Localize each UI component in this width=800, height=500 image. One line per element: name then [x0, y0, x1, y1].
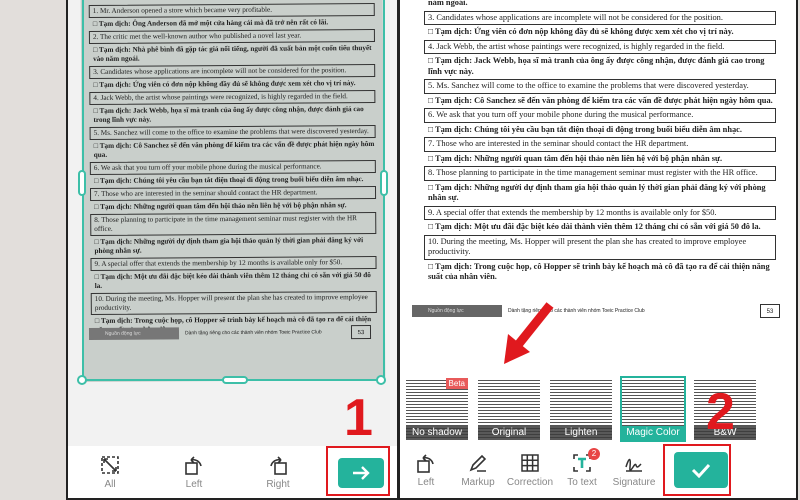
- tool-signature[interactable]: Signature: [608, 452, 660, 488]
- red-arrow-annotation: [504, 302, 554, 364]
- sentence-translation: □ Tạm dịch: Chúng tôi yêu cầu bạn tắt đi…: [428, 124, 742, 134]
- sentence-english: 10. During the meeting, Ms. Hopper will …: [424, 234, 776, 260]
- to-text-badge: 2: [588, 448, 600, 460]
- signature-icon: [625, 458, 642, 472]
- step-number-2: 2: [706, 383, 735, 441]
- tool-correction[interactable]: Correction: [504, 452, 556, 488]
- filter-option[interactable]: Original: [478, 378, 540, 440]
- crop-handle-bottom-right[interactable]: [376, 375, 386, 385]
- pen-icon: [469, 454, 487, 472]
- sentence-english: 5. Ms. Sanchez will come to the office t…: [424, 79, 776, 94]
- tool-rotate-right[interactable]: Right: [246, 454, 310, 490]
- tool-all[interactable]: All: [78, 454, 142, 490]
- sentence-translation: □ Tạm dịch: Trong cuộc họp, cô Hopper sẽ…: [428, 261, 770, 282]
- crop-handle-bottom[interactable]: [222, 376, 248, 384]
- filter-label: Magic Color: [622, 426, 684, 440]
- sentence-translation: □ Tạm dịch: Những người quan tâm đến hội…: [428, 153, 723, 163]
- document-footer: Nguồn động lực Dành tặng riêng cho các th…: [412, 303, 780, 319]
- beta-badge: Beta: [445, 378, 468, 389]
- sentence-translation: □ Tạm dịch: Những người dự định tham gia…: [428, 182, 766, 203]
- sentence-translation: □ Tạm dịch: Jack Webb, họa sĩ mà tranh c…: [428, 56, 765, 76]
- expand-all-icon: [101, 456, 119, 474]
- filter-option[interactable]: Magic Color: [620, 376, 686, 442]
- rotate-left-icon: [185, 456, 202, 475]
- sentence-translation: □ Tạm dịch: Một ưu đãi đặc biệt kéo dài …: [428, 222, 761, 231]
- right-toolbar: Left Markup Correction 2 To text Signatur…: [400, 442, 796, 498]
- tool-rotate-left[interactable]: Left: [162, 454, 226, 490]
- right-phone-screen: 1. Mr. Anderson opened a store which bec…: [398, 0, 798, 500]
- sentence-english: 4. Jack Webb, the artist whose paintings…: [424, 39, 776, 54]
- crop-frame[interactable]: [82, 0, 385, 381]
- sentence-english: 7. Those who are interested in the semin…: [424, 137, 776, 152]
- sentence-translation: □ Tạm dịch: Cô Sanchez sẽ đến văn phòng …: [428, 95, 773, 105]
- sentence-english: 8. Those planning to participate in the …: [424, 166, 776, 181]
- sentence-english: 3. Candidates whose applications are inc…: [424, 10, 776, 25]
- tool-to-text[interactable]: 2 To text: [556, 448, 608, 488]
- rotate-right-icon: [270, 456, 287, 475]
- sentence-translation: □ Tạm dịch: Ứng viên có đơn nộp không đầ…: [428, 27, 734, 36]
- sentence-english: 9. A special offer that extends the memb…: [424, 205, 776, 220]
- crop-handle-left[interactable]: [78, 170, 86, 196]
- left-phone-screen: 1. Mr. Anderson opened a store which bec…: [66, 0, 399, 500]
- filter-option[interactable]: Lighten: [550, 378, 612, 440]
- filter-option[interactable]: Beta No shadow: [406, 378, 468, 440]
- grid-icon: [521, 454, 539, 472]
- sentence-translation: □ Tạm dịch: Nhà phê bình đã gặp tác giả …: [428, 0, 468, 7]
- sentence-english: 6. We ask that you turn off your mobile …: [424, 108, 776, 123]
- highlight-box-next: [326, 446, 390, 496]
- tool-markup[interactable]: Markup: [452, 452, 504, 488]
- crop-handle-bottom-left[interactable]: [77, 375, 87, 385]
- filter-strip: Beta No shadow Original Lighten Magic Color B…: [406, 376, 756, 442]
- step-number-1: 1: [344, 389, 373, 447]
- rotate-left-icon: [417, 454, 434, 473]
- filter-label: Original: [478, 426, 540, 440]
- filter-label: No shadow: [406, 426, 468, 440]
- tool-rotate-left[interactable]: Left: [400, 452, 452, 488]
- filter-label: Lighten: [550, 426, 612, 440]
- crop-handle-right[interactable]: [380, 170, 388, 196]
- document-enhanced: 1. Mr. Anderson opened a store which bec…: [406, 0, 794, 373]
- highlight-box-confirm: [663, 444, 731, 496]
